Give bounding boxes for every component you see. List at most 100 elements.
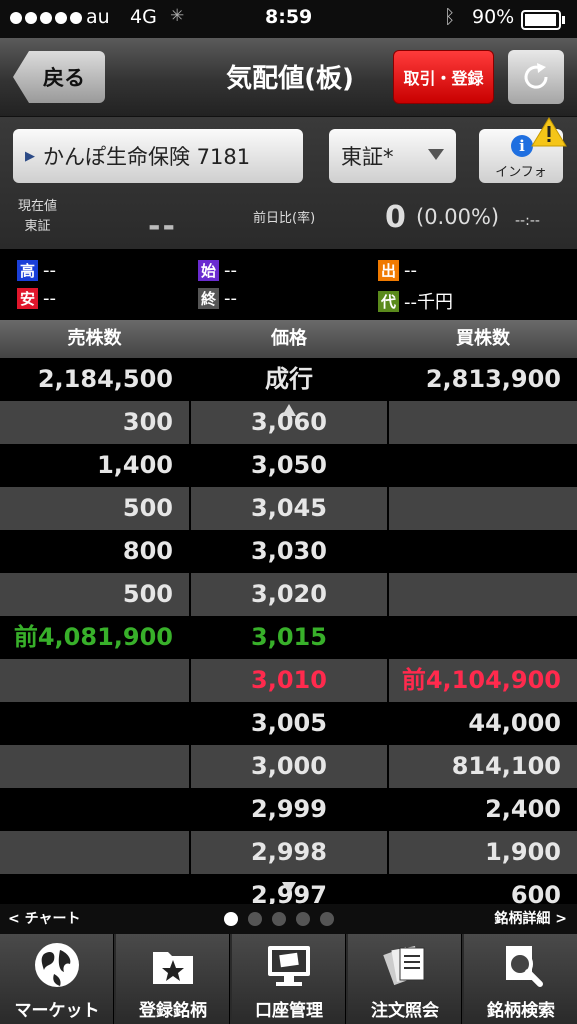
- price-cell: 2,999: [191, 788, 387, 831]
- close-value: --: [224, 288, 237, 309]
- board-header: 売株数 価格 買株数: [0, 320, 577, 358]
- board-row[interactable]: 3,005 44,000: [0, 702, 577, 745]
- tab-market[interactable]: マーケット: [0, 934, 114, 1024]
- board-row[interactable]: 500 3,020: [0, 573, 577, 616]
- current-price-value: --: [148, 209, 177, 244]
- column-divider: [189, 358, 191, 904]
- board-row[interactable]: 2,999 2,400: [0, 788, 577, 831]
- stock-name-code: かんぽ生命保険 7181: [43, 145, 251, 169]
- status-bar: au 4G ✳ 8:59 ᛒ 90%: [0, 0, 577, 38]
- trade-register-button[interactable]: 取引・登録: [393, 50, 494, 104]
- board-row[interactable]: 前4,081,900 3,015: [0, 616, 577, 659]
- tab-label: 登録銘柄: [139, 1001, 207, 1021]
- page-dots[interactable]: [224, 912, 334, 926]
- page-dot[interactable]: [296, 912, 310, 926]
- turnover: 代 --千円: [378, 288, 453, 314]
- current-price-label: 現在値 東証: [18, 199, 58, 234]
- back-button[interactable]: 戻る: [13, 51, 105, 103]
- buy-qty-cell: 600: [389, 874, 577, 904]
- sell-qty-cell: 300: [0, 401, 189, 444]
- tab-watchlist[interactable]: 登録銘柄: [116, 934, 230, 1024]
- volume-value: --: [404, 260, 417, 281]
- dropdown-arrow-icon: [428, 149, 444, 160]
- volume-badge: 出: [378, 260, 399, 281]
- tab-label: 口座管理: [255, 1001, 323, 1021]
- open-price: 始 --: [198, 260, 237, 281]
- carrier-label: au: [86, 6, 110, 28]
- sell-qty-cell: 前4,081,900: [0, 616, 189, 659]
- low-badge: 安: [17, 288, 38, 309]
- tab-account[interactable]: 口座管理: [232, 934, 346, 1024]
- folder-star-icon: [153, 952, 193, 984]
- sell-qty-cell: 2,184,500: [0, 358, 189, 401]
- sell-qty-cell: [0, 702, 189, 745]
- page-dot[interactable]: [248, 912, 262, 926]
- board-row[interactable]: 3,000 814,100: [0, 745, 577, 788]
- price-cell: 3,015: [191, 616, 387, 659]
- order-board[interactable]: 売株数 価格 買株数 2,184,500 成行 2,813,900 300 3,060 1…: [0, 320, 577, 904]
- tab-label: 注文照会: [371, 1001, 439, 1021]
- buy-qty-cell: 814,100: [389, 745, 577, 788]
- exchange-select[interactable]: 東証*: [329, 129, 456, 183]
- board-row[interactable]: 3,010 前4,104,900: [0, 659, 577, 702]
- buy-qty-cell: 44,000: [389, 702, 577, 745]
- buy-qty-cell: [389, 401, 577, 444]
- buy-qty-cell: 2,400: [389, 788, 577, 831]
- stock-detail-link[interactable]: 銘柄詳細 >: [494, 908, 567, 928]
- buy-qty-cell: [389, 573, 577, 616]
- buy-qty-header: 買株数: [456, 328, 510, 349]
- price-cell: 3,005: [191, 702, 387, 745]
- battery-percent: 90%: [472, 6, 515, 28]
- high-price: 高 --: [17, 260, 56, 281]
- page-dot[interactable]: [224, 912, 238, 926]
- price-cell: 3,050: [191, 444, 387, 487]
- battery-icon: [521, 10, 565, 30]
- stock-header: ▶ かんぽ生命保険 7181 東証* i インフォ 現在値 東証 -- 前日比(…: [0, 117, 577, 249]
- ohlc-panel: 高 -- 安 -- 始 -- 終 -- 出 -- 代 --千円: [0, 250, 577, 320]
- sell-qty-header: 売株数: [67, 328, 122, 349]
- buy-qty-cell: [389, 444, 577, 487]
- board-row[interactable]: 2,998 1,900: [0, 831, 577, 874]
- stock-selector[interactable]: ▶ かんぽ生命保険 7181: [13, 129, 303, 183]
- scroll-down-indicator-icon[interactable]: [282, 882, 296, 894]
- tab-stock-search[interactable]: 銘柄検索: [464, 934, 577, 1024]
- page-dot[interactable]: [320, 912, 334, 926]
- chart-link[interactable]: < チャート: [8, 908, 80, 928]
- info-icon: i: [511, 135, 533, 157]
- globe-icon: [35, 943, 79, 987]
- tab-label: マーケット: [14, 1001, 100, 1021]
- close-badge: 終: [198, 288, 219, 309]
- nav-bar: 戻る 気配値(板) 取引・登録: [0, 38, 577, 117]
- price-cell: 3,020: [191, 573, 387, 616]
- board-row[interactable]: 1,400 3,050: [0, 444, 577, 487]
- buy-qty-cell: [389, 487, 577, 530]
- bluetooth-icon: ᛒ: [444, 6, 456, 28]
- clock: 8:59: [265, 6, 313, 28]
- page-dot[interactable]: [272, 912, 286, 926]
- price-cell: 3,000: [191, 745, 387, 788]
- close-price: 終 --: [198, 288, 237, 309]
- board-row[interactable]: 2,184,500 成行 2,813,900: [0, 358, 577, 401]
- page-indicator-bar: < チャート 銘柄詳細 >: [0, 904, 577, 934]
- column-divider: [387, 358, 389, 904]
- activity-icon: ✳: [170, 6, 185, 26]
- sell-qty-cell: [0, 745, 189, 788]
- sell-qty-cell: 1,400: [0, 444, 189, 487]
- buy-qty-cell: 1,900: [389, 831, 577, 874]
- price-header: 価格: [271, 328, 307, 349]
- tab-orders[interactable]: 注文照会: [348, 934, 462, 1024]
- sell-qty-cell: [0, 831, 189, 874]
- open-badge: 始: [198, 260, 219, 281]
- sell-qty-cell: [0, 659, 189, 702]
- price-cell: 3,045: [191, 487, 387, 530]
- change-percent: (0.00%): [416, 205, 500, 229]
- board-row[interactable]: 500 3,045: [0, 487, 577, 530]
- scroll-up-indicator-icon[interactable]: [282, 404, 296, 416]
- sell-qty-cell: 800: [0, 530, 189, 573]
- info-label: インフォ: [495, 165, 547, 180]
- search-icon: [506, 946, 543, 987]
- buy-qty-cell: [389, 616, 577, 659]
- board-row[interactable]: 800 3,030: [0, 530, 577, 573]
- refresh-button[interactable]: [508, 50, 564, 104]
- low-value: --: [43, 288, 56, 309]
